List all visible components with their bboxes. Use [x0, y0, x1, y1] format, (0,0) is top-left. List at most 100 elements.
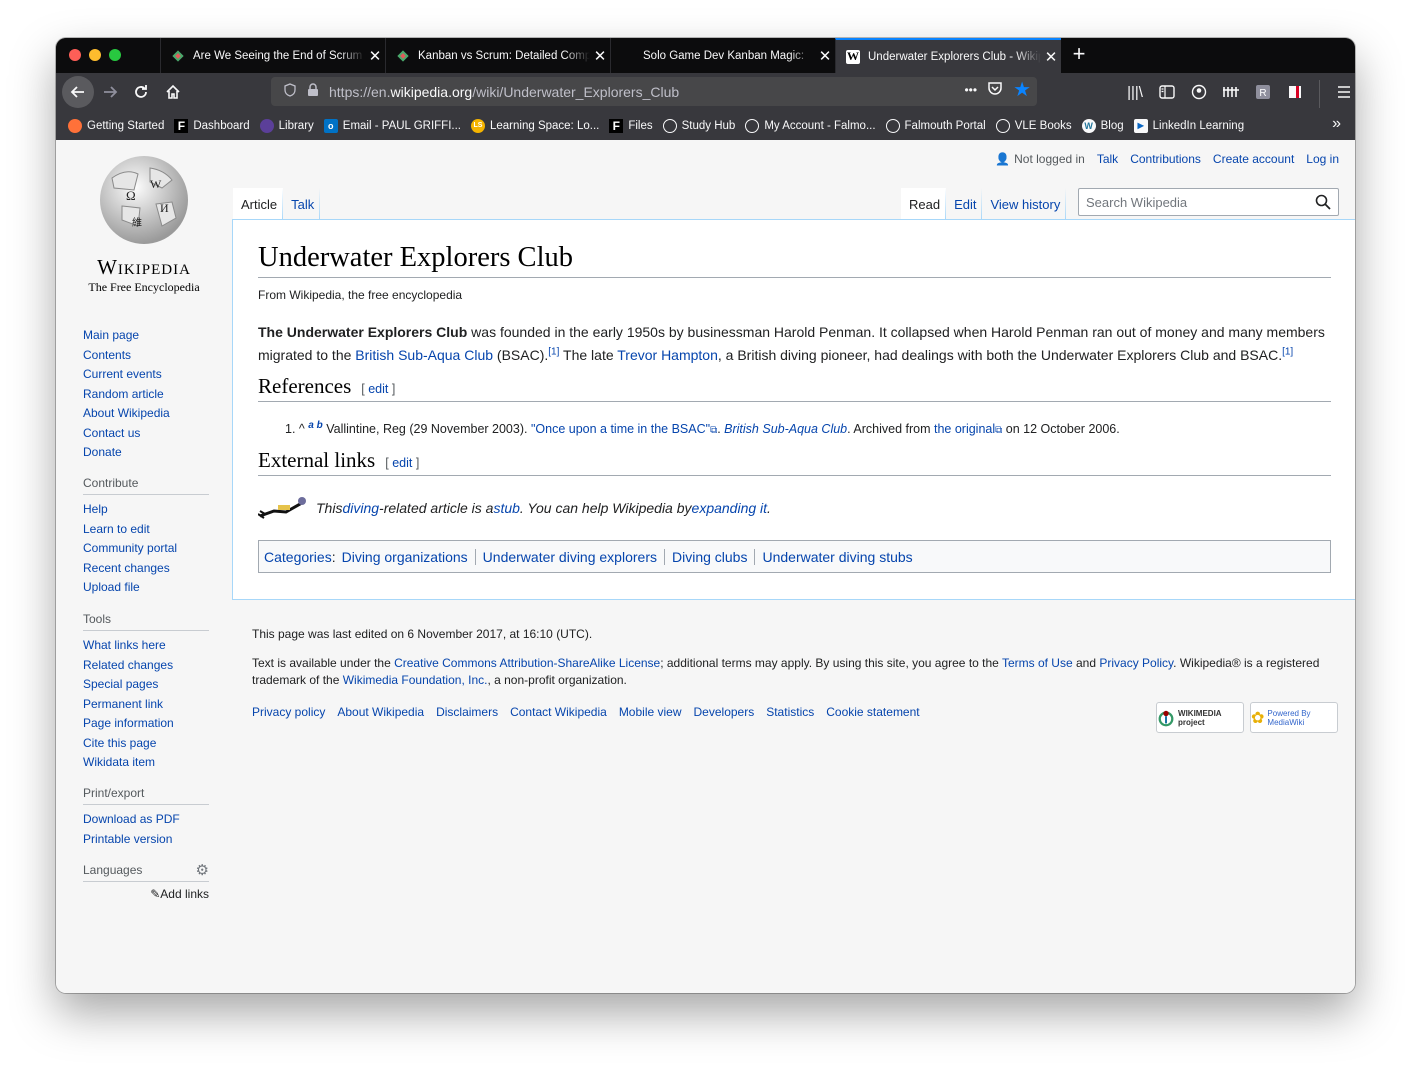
sidebar-item-link[interactable]: Learn to edit	[83, 522, 150, 536]
citation-link[interactable]: [1]	[548, 346, 559, 357]
sidebar-item-link[interactable]: Help	[83, 502, 108, 516]
sidebar-item[interactable]: Related changes	[83, 656, 209, 676]
sidebar-item-link[interactable]: Main page	[83, 328, 139, 342]
footer-link[interactable]: Disclaimers	[436, 705, 498, 719]
close-tab-icon[interactable]: ✕	[365, 47, 385, 65]
bookmark-item[interactable]: ▶ LinkedIn Learning	[1133, 118, 1244, 133]
bookmark-item[interactable]: My Account - Falmo...	[745, 118, 876, 133]
create-account-link[interactable]: Create account	[1213, 152, 1294, 166]
log-in-link[interactable]: Log in	[1306, 152, 1339, 166]
footer-link[interactable]: Statistics	[766, 705, 814, 719]
tab-view-history[interactable]: View history	[982, 188, 1067, 220]
footer-link[interactable]: About Wikipedia	[337, 705, 424, 719]
bookmark-item[interactable]: F Dashboard	[174, 118, 250, 133]
extension-bars-icon[interactable]	[1219, 78, 1243, 106]
close-window-button[interactable]	[69, 49, 81, 61]
menu-icon[interactable]	[1332, 78, 1355, 106]
sidebar-item-link[interactable]: Related changes	[83, 658, 173, 672]
sidebar-item[interactable]: Contents	[83, 346, 209, 366]
sidebar-item[interactable]: Main page	[83, 326, 209, 346]
bookmark-item[interactable]: o Email - PAUL GRIFFI...	[323, 118, 461, 133]
sidebar-item-link[interactable]: What links here	[83, 638, 166, 652]
sidebar-item-link[interactable]: Random article	[83, 387, 164, 401]
more-bookmarks-icon[interactable]: »	[1332, 115, 1341, 133]
add-links-link[interactable]: ✎Add links	[83, 887, 209, 901]
shield-icon[interactable]	[283, 83, 299, 100]
url-text[interactable]: https://en.wikipedia.org/wiki/Underwater…	[329, 84, 679, 100]
search-icon[interactable]	[1315, 194, 1331, 210]
bookmark-item[interactable]: VLE Books	[995, 118, 1072, 133]
categories-link[interactable]: Categories	[264, 549, 332, 565]
page-actions-icon[interactable]: •••	[964, 83, 977, 97]
stub-link[interactable]: stub	[493, 500, 519, 516]
sidebar-item[interactable]: Help	[83, 500, 209, 520]
trevor-hampton-link[interactable]: Trevor Hampton	[617, 347, 718, 363]
browser-tab[interactable]: Are We Seeing the End of Scrum ✕	[160, 38, 385, 73]
bookmark-item[interactable]: W Blog	[1081, 118, 1124, 133]
close-tab-icon[interactable]: ✕	[815, 47, 835, 65]
pocket-icon[interactable]	[987, 80, 1003, 99]
category-link[interactable]: Diving clubs	[663, 548, 754, 565]
footer-link[interactable]: Cookie statement	[826, 705, 919, 719]
sidebar-item-link[interactable]: Contents	[83, 348, 131, 362]
talk-link[interactable]: Talk	[1097, 152, 1118, 166]
zoom-window-button[interactable]	[109, 49, 121, 61]
original-link[interactable]: the original	[934, 422, 995, 436]
sidebar-item[interactable]: Page information	[83, 714, 209, 734]
backlink-a[interactable]: a	[308, 420, 314, 431]
sidebar-item-link[interactable]: Special pages	[83, 677, 158, 691]
footer-link[interactable]: Privacy policy	[252, 705, 325, 719]
sidebar-item-link[interactable]: Wikidata item	[83, 755, 155, 769]
sidebar-item-link[interactable]: Donate	[83, 445, 122, 459]
sidebar-item[interactable]: Upload file	[83, 578, 209, 598]
category-link[interactable]: Underwater diving explorers	[474, 548, 664, 565]
sidebar-item[interactable]: Community portal	[83, 539, 209, 559]
sidebar-item[interactable]: Printable version	[83, 830, 209, 850]
contributions-link[interactable]: Contributions	[1130, 152, 1201, 166]
sidebar-item[interactable]: Learn to edit	[83, 520, 209, 540]
account-icon[interactable]	[1187, 78, 1211, 106]
footer-link[interactable]: Developers	[694, 705, 755, 719]
license-link[interactable]: Creative Commons Attribution-ShareAlike …	[394, 656, 660, 670]
sidebar-item[interactable]: Recent changes	[83, 559, 209, 579]
bookmark-star-icon[interactable]: ★	[1013, 80, 1031, 100]
bookmark-item[interactable]: Library	[259, 118, 314, 133]
expanding-it-link[interactable]: expanding it	[692, 500, 768, 516]
bookmark-item[interactable]: LS Learning Space: Lo...	[471, 118, 599, 133]
sidebar-item-link[interactable]: Permanent link	[83, 697, 163, 711]
search-input[interactable]: Search Wikipedia	[1078, 188, 1339, 216]
sidebar-item[interactable]: Special pages	[83, 675, 209, 695]
gear-icon[interactable]: ⚙	[196, 861, 209, 879]
sidebar-icon[interactable]	[1155, 78, 1179, 106]
minimize-window-button[interactable]	[89, 49, 101, 61]
close-tab-icon[interactable]: ✕	[590, 47, 610, 65]
extension-book-icon[interactable]	[1283, 78, 1307, 106]
reload-button[interactable]	[127, 78, 155, 106]
sidebar-item-link[interactable]: Community portal	[83, 541, 177, 555]
sidebar-item-link[interactable]: About Wikipedia	[83, 406, 170, 420]
bookmark-item[interactable]: Getting Started	[68, 118, 164, 133]
sidebar-item[interactable]: Current events	[83, 365, 209, 385]
extension-r-icon[interactable]: R	[1251, 78, 1275, 106]
edit-section-link[interactable]: edit	[368, 382, 388, 396]
bookmark-item[interactable]: F Files	[609, 118, 653, 133]
sidebar-item[interactable]: Donate	[83, 443, 209, 463]
tab-edit[interactable]: Edit	[946, 188, 983, 220]
reference-work-link[interactable]: British Sub-Aqua Club	[724, 422, 847, 436]
sidebar-item-link[interactable]: Printable version	[83, 832, 172, 846]
footer-link[interactable]: Contact Wikipedia	[510, 705, 607, 719]
bookmark-item[interactable]: Study Hub	[662, 118, 735, 133]
tab-article[interactable]: Article	[233, 188, 284, 220]
library-icon[interactable]: |||\	[1123, 78, 1147, 106]
sidebar-item[interactable]: Cite this page	[83, 734, 209, 754]
tab-read[interactable]: Read	[901, 188, 947, 220]
sidebar-item-link[interactable]: Recent changes	[83, 561, 170, 575]
sidebar-item[interactable]: About Wikipedia	[83, 404, 209, 424]
diving-link[interactable]: diving	[342, 500, 379, 516]
sidebar-item[interactable]: Wikidata item	[83, 753, 209, 773]
wikimedia-badge[interactable]: WIKIMEDIA project	[1156, 702, 1244, 733]
sidebar-item-link[interactable]: Contact us	[83, 426, 140, 440]
wikipedia-logo[interactable]: Ω W И 維 Wikipedia The Free Encyclopedia	[84, 150, 204, 300]
mediawiki-badge[interactable]: ✿ Powered By MediaWiki	[1250, 702, 1338, 733]
footer-link[interactable]: Mobile view	[619, 705, 682, 719]
